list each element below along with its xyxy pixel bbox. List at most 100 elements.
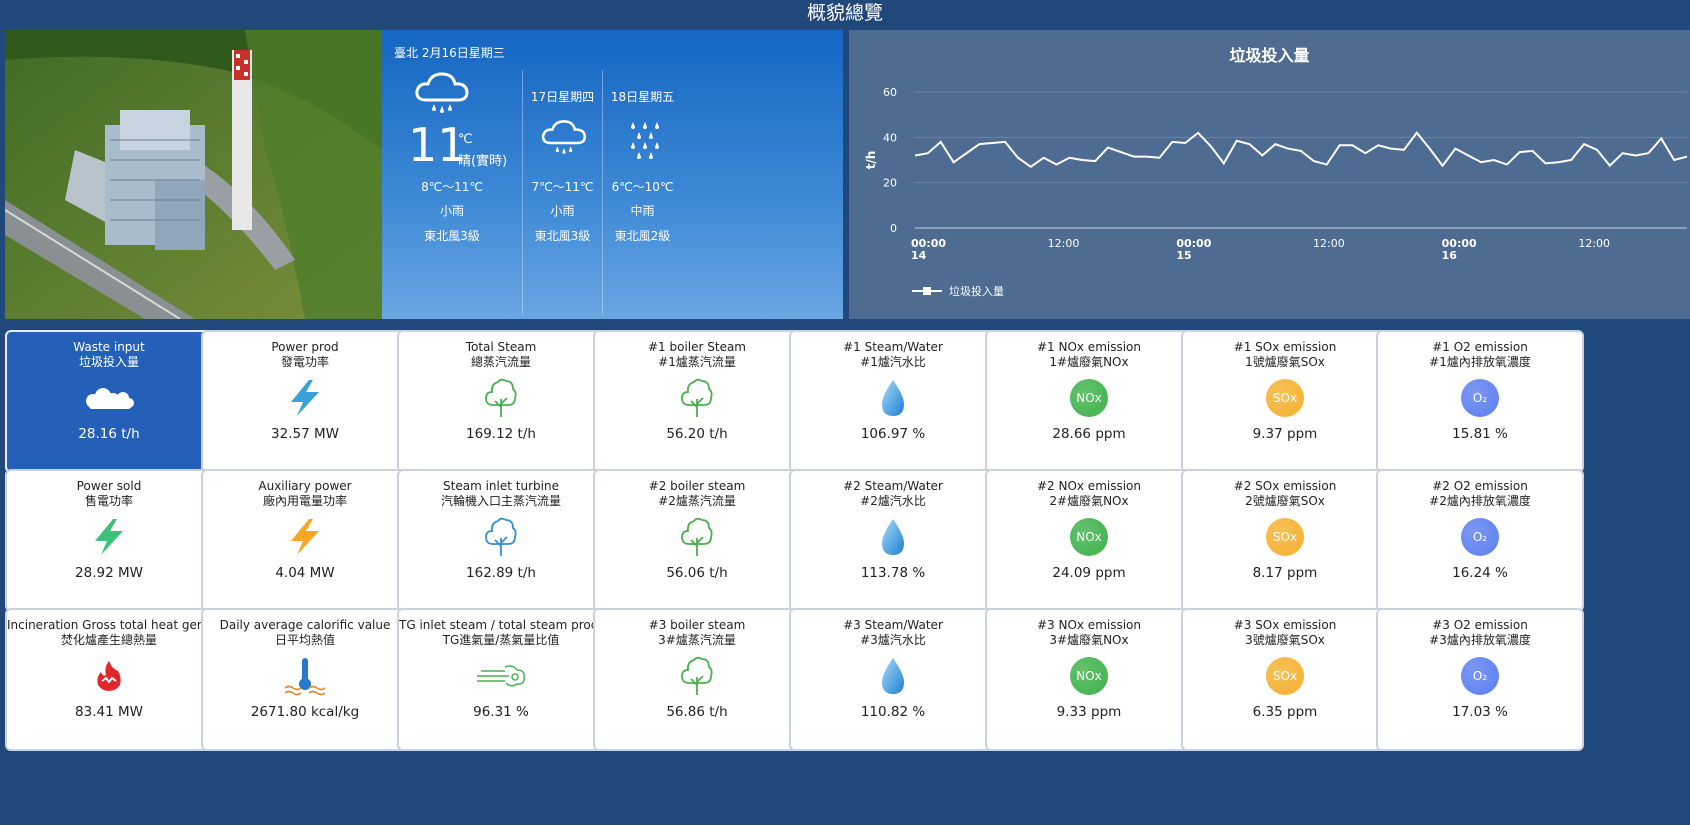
metric-card[interactable]: Power sold 售電功率 28.92 MW [5,469,213,612]
chart-plot: 0204060t/h00:001412:00 00:001512:00 00:001… [864,86,1688,298]
metric-value: 56.06 t/h [666,565,728,581]
metric-value: 16.24 % [1452,565,1508,581]
nox-badge-icon: NOx [987,648,1191,704]
metric-card[interactable]: #2 Steam/Water #2爐汽水比 113.78 % [789,469,997,612]
water-drop-icon [791,370,995,426]
metric-label-en: #2 O2 emission [1432,479,1528,493]
metric-label-en: Power prod [271,340,339,354]
badge-text: O₂ [1461,379,1499,417]
forecast-condition: 小雨 [550,204,575,218]
metric-value: 4.04 MW [275,565,335,581]
badge-text: NOx [1070,518,1108,556]
metric-label-en: Incineration Gross total heat generated [7,618,212,632]
metric-label-en: Total Steam [465,340,537,354]
metric-card[interactable]: Waste input 垃圾投入量 28.16 t/h [5,330,213,473]
metric-value: 113.78 % [860,565,926,581]
page-title: 概貌總覽 [806,2,883,24]
metric-card[interactable]: #3 boiler steam 3#爐蒸汽流量 56.86 t/h [593,608,801,751]
forecast-temp-range: 6℃～10℃ [611,180,674,194]
metric-label-zh: #1爐內排放氧濃度 [1429,355,1531,369]
metric-value: 28.16 t/h [78,426,140,442]
metric-label-en: #3 O2 emission [1432,618,1528,632]
y-axis-label: t/h [864,151,878,170]
metric-label-zh: 2號爐廢氣SOx [1245,494,1325,508]
metric-label-en: #1 O2 emission [1432,340,1528,354]
metric-label-en: Auxiliary power [258,479,352,493]
metric-card[interactable]: Auxiliary power 廠內用電量功率 4.04 MW [201,469,409,612]
steam-tree-icon [595,370,799,426]
metric-card[interactable]: TG inlet steam / total steam produced ra… [397,608,605,751]
y-tick-label: 40 [883,131,897,144]
metric-card[interactable]: #2 NOx emission 2#爐廢氣NOx NOx 24.09 ppm [985,469,1193,612]
forecast-condition: 中雨 [630,204,655,218]
forecast-wind: 東北風2級 [614,229,671,243]
x-tick-sublabel: 16 [1442,249,1458,262]
steam-tree-icon [399,509,603,565]
metric-card[interactable]: Incineration Gross total heat generated焚… [5,608,213,751]
lightning-icon [203,509,407,565]
metric-label-zh: 2#爐廢氣NOx [1049,494,1129,508]
x-tick-label: 12:00 [1578,237,1610,250]
metric-card[interactable]: #2 boiler steam #2爐蒸汽流量 56.06 t/h [593,469,801,612]
steam-tree-icon [399,370,603,426]
metric-card[interactable]: #2 SOx emission 2號爐廢氣SOx SOx 8.17 ppm [1181,469,1389,612]
metric-card[interactable]: #3 NOx emission 3#爐廢氣NOx NOx 9.33 ppm [985,608,1193,751]
today-temp-range: 8℃～11℃ [421,180,483,194]
metric-value: 17.03 % [1452,704,1508,720]
sox-badge-icon: SOx [1183,370,1387,426]
o2-badge-icon: O₂ [1378,648,1582,704]
metric-label-zh: #1爐蒸汽流量 [658,355,736,369]
metric-label-en: #1 SOx emission [1233,340,1337,354]
y-tick-label: 0 [890,222,897,235]
lightning-icon [7,509,211,565]
x-tick-label: 12:00 [1048,237,1080,250]
metric-label-zh: 售電功率 [84,494,133,508]
metric-value: 8.17 ppm [1252,565,1318,581]
metric-card[interactable]: #2 O2 emission #2爐內排放氧濃度 O₂ 16.24 % [1376,469,1584,612]
badge-text: O₂ [1461,657,1499,695]
metric-value: 169.12 t/h [466,426,536,442]
metric-card[interactable]: #1 NOx emission 1#爐廢氣NOx NOx 28.66 ppm [985,330,1193,473]
today-wind: 東北風3級 [424,229,480,243]
metric-value: 28.92 MW [75,565,143,581]
metric-card[interactable]: Daily average calorific value 日平均熱值 2671.8… [201,608,409,751]
steam-flow-icon [399,648,603,704]
metric-label-zh: #2爐蒸汽流量 [658,494,736,508]
metric-value: 56.20 t/h [666,426,728,442]
metric-card[interactable]: #1 SOx emission 1號爐廢氣SOx SOx 9.37 ppm [1181,330,1389,473]
legend-label[interactable]: 垃圾投入量 [949,284,1004,298]
sox-badge-icon: SOx [1183,648,1387,704]
metric-card[interactable]: #1 Steam/Water #1爐汽水比 106.97 % [789,330,997,473]
sox-badge-icon: SOx [1183,509,1387,565]
metric-label-zh: 日平均熱值 [274,633,335,647]
metric-value: 2671.80 kcal/kg [250,704,360,720]
series-line [914,131,1688,169]
current-condition: 晴(實時) [458,154,508,169]
metric-card[interactable]: Total Steam 總蒸汽流量 169.12 t/h [397,330,605,473]
metric-card[interactable]: #3 Steam/Water #3爐汽水比 110.82 % [789,608,997,751]
x-tick-sublabel: 14 [911,249,927,262]
metric-label-zh: 汽輪機入口主蒸汽流量 [440,494,561,508]
waste-pile-icon [7,370,211,426]
metric-card[interactable]: Power prod 發電功率 32.57 MW [201,330,409,473]
forecast-temp-range: 7℃～11℃ [531,180,594,194]
metric-card[interactable]: #3 SOx emission 3號爐廢氣SOx SOx 6.35 ppm [1181,608,1389,751]
metric-value: 24.09 ppm [1052,565,1126,581]
metric-label-zh: #3爐內排放氧濃度 [1429,633,1531,647]
steam-tree-icon [595,648,799,704]
metric-value: 9.37 ppm [1252,426,1318,442]
metric-label-en: Power sold [76,479,142,493]
lightning-icon [203,370,407,426]
nox-badge-icon: NOx [987,509,1191,565]
metric-card[interactable]: #1 O2 emission #1爐內排放氧濃度 O₂ 15.81 % [1376,330,1584,473]
metric-label-en: Steam inlet turbine [443,479,559,493]
metric-card[interactable]: #3 O2 emission #3爐內排放氧濃度 O₂ 17.03 % [1376,608,1584,751]
badge-text: NOx [1070,379,1108,417]
weather-today: 11 ℃ 晴(實時) 8℃～11℃ 小雨 東北風3級 [382,70,522,310]
metric-card[interactable]: #1 boiler Steam #1爐蒸汽流量 56.20 t/h [593,330,801,473]
thermometer-icon [203,648,407,704]
badge-text: SOx [1266,518,1304,556]
metric-value: 15.81 % [1452,426,1508,442]
o2-badge-icon: O₂ [1378,509,1582,565]
metric-card[interactable]: Steam inlet turbine 汽輪機入口主蒸汽流量 162.89 t/h [397,469,605,612]
